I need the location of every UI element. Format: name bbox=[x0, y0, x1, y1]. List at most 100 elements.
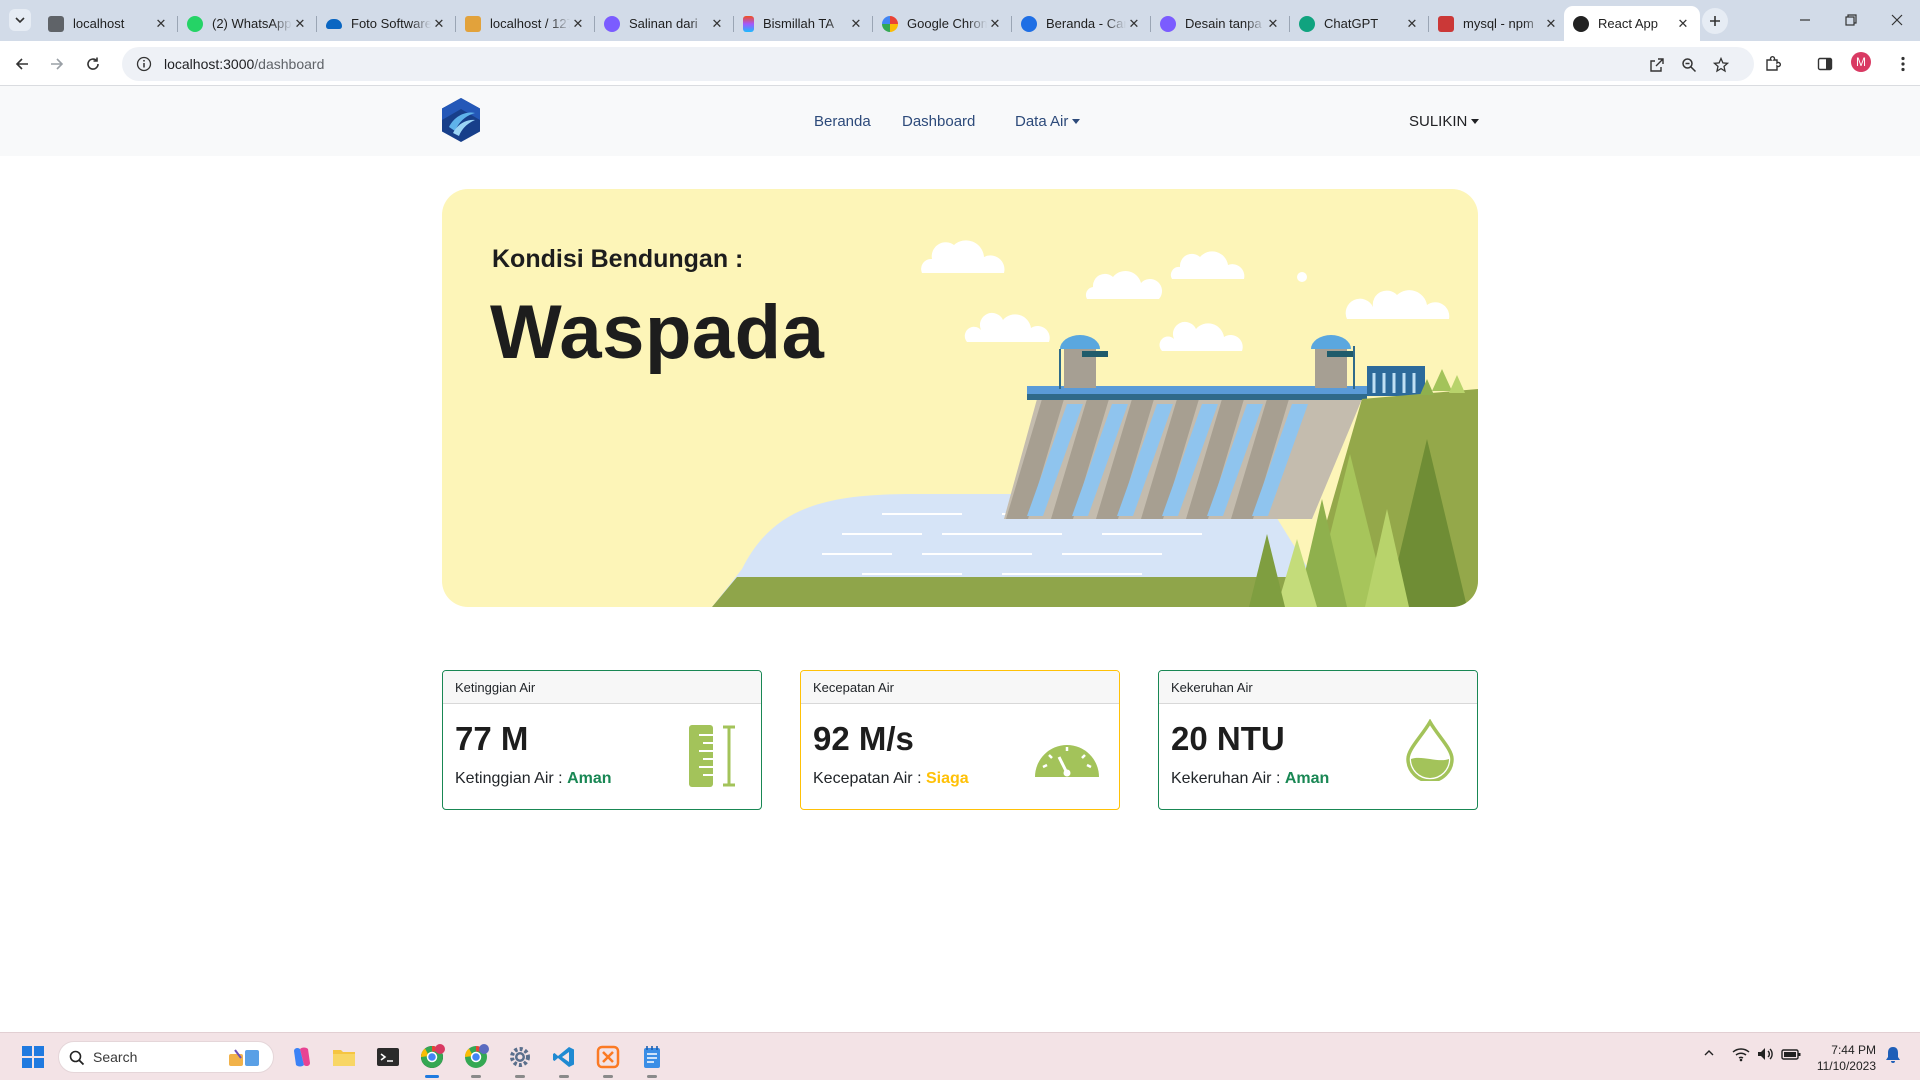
new-tab-button[interactable] bbox=[1702, 8, 1728, 34]
browser-tab[interactable]: mysql - npm ✕ bbox=[1429, 6, 1568, 41]
browser-tab[interactable]: Salinan dari ✕ bbox=[595, 6, 734, 41]
taskbar-vscode[interactable] bbox=[550, 1043, 578, 1078]
brand-logo[interactable] bbox=[441, 97, 481, 143]
cloud-icon bbox=[921, 240, 1450, 351]
card-value: 77 M bbox=[455, 720, 529, 757]
tab-title: Foto Software bbox=[351, 16, 431, 31]
card-status-line: Kekeruhan Air : Aman bbox=[1171, 770, 1329, 788]
taskbar-clock[interactable]: 7:44 PM 11/10/2023 bbox=[1812, 1042, 1876, 1074]
address-bar[interactable]: localhost:3000/dashboard bbox=[122, 47, 1754, 81]
show-hidden-icons-button[interactable] bbox=[1703, 1047, 1715, 1062]
site-info-icon[interactable] bbox=[136, 56, 152, 72]
plus-icon bbox=[1710, 16, 1720, 26]
user-menu[interactable]: SULIKIN bbox=[1409, 113, 1480, 130]
close-icon[interactable]: ✕ bbox=[1675, 16, 1691, 32]
taskbar-chrome-profile-1[interactable] bbox=[418, 1043, 446, 1078]
more-vertical-icon bbox=[1901, 56, 1905, 72]
browser-tab[interactable]: Bismillah TA ✕ bbox=[734, 6, 873, 41]
speaker-icon bbox=[1758, 1048, 1773, 1060]
windows-start-icon[interactable] bbox=[22, 1046, 44, 1068]
taskbar-chrome-profile-2[interactable] bbox=[462, 1043, 490, 1078]
card-header: Kecepatan Air bbox=[801, 671, 1119, 704]
browser-tab[interactable]: Google Chrome ✕ bbox=[873, 6, 1012, 41]
side-panel-button[interactable] bbox=[1812, 51, 1838, 77]
taskbar-settings[interactable] bbox=[506, 1043, 534, 1078]
profile-avatar[interactable]: M bbox=[1851, 52, 1871, 72]
browser-tab[interactable]: Foto Software ✕ bbox=[317, 6, 456, 41]
browser-tab-active[interactable]: React App ✕ bbox=[1564, 6, 1700, 41]
forward-button[interactable] bbox=[44, 51, 70, 77]
taskbar-terminal[interactable] bbox=[374, 1043, 402, 1071]
close-icon[interactable]: ✕ bbox=[1543, 16, 1559, 32]
nav-link-beranda[interactable]: Beranda bbox=[814, 113, 871, 130]
close-icon[interactable]: ✕ bbox=[1404, 16, 1420, 32]
npm-icon bbox=[1438, 15, 1454, 32]
notepad-icon bbox=[644, 1046, 660, 1068]
taskbar-file-explorer[interactable] bbox=[330, 1043, 358, 1071]
chatgpt-icon bbox=[1299, 15, 1315, 32]
back-button[interactable] bbox=[9, 51, 35, 77]
card-header: Ketinggian Air bbox=[443, 671, 761, 704]
close-icon[interactable]: ✕ bbox=[431, 16, 447, 32]
minimize-button[interactable] bbox=[1782, 8, 1828, 32]
speedometer-icon bbox=[1035, 745, 1099, 777]
tab-title: Google Chrome bbox=[907, 16, 987, 31]
bookmark-button[interactable] bbox=[1712, 56, 1730, 74]
water-turbidity-card: Kekeruhan Air 20 NTU Kekeruhan Air : Ama… bbox=[1158, 670, 1478, 810]
folder-icon bbox=[333, 1050, 355, 1066]
browser-tab[interactable]: (2) WhatsApp ✕ bbox=[178, 6, 317, 41]
reload-button[interactable] bbox=[80, 51, 106, 77]
close-icon[interactable]: ✕ bbox=[1265, 16, 1281, 32]
battery-status[interactable] bbox=[1781, 1046, 1801, 1065]
notifications-button[interactable] bbox=[1885, 1046, 1901, 1067]
close-icon[interactable]: ✕ bbox=[292, 16, 308, 32]
browser-tab[interactable]: Desain tanpa ✕ bbox=[1151, 6, 1290, 41]
browser-menu-button[interactable] bbox=[1890, 51, 1916, 77]
zoom-button[interactable] bbox=[1680, 56, 1698, 74]
url-path: /dashboard bbox=[254, 56, 325, 72]
browser-tab[interactable]: ChatGPT ✕ bbox=[1290, 6, 1429, 41]
dam-status-banner: Kondisi Bendungan : Waspada bbox=[442, 189, 1478, 607]
tab-title: Beranda - Canva bbox=[1046, 16, 1126, 31]
tab-search-button[interactable] bbox=[9, 9, 31, 31]
phpmyadmin-icon bbox=[465, 15, 481, 32]
browser-tab[interactable]: localhost ✕ bbox=[39, 6, 178, 41]
nav-dropdown-data-air[interactable]: Data Air bbox=[1015, 113, 1081, 130]
network-status[interactable] bbox=[1732, 1046, 1750, 1065]
chevron-up-icon bbox=[1704, 1050, 1714, 1056]
terminal-icon bbox=[377, 1048, 399, 1066]
taskbar-copilot[interactable] bbox=[288, 1043, 316, 1071]
google-icon bbox=[882, 15, 898, 32]
close-window-button[interactable] bbox=[1874, 8, 1920, 32]
taskbar-xampp[interactable] bbox=[594, 1043, 622, 1078]
volume-control[interactable] bbox=[1756, 1046, 1774, 1065]
restore-button[interactable] bbox=[1828, 8, 1874, 32]
browser-tab[interactable]: localhost / 127 ✕ bbox=[456, 6, 595, 41]
taskbar-search[interactable]: Search bbox=[58, 1041, 274, 1073]
nav-link-dashboard[interactable]: Dashboard bbox=[902, 113, 975, 130]
close-icon[interactable]: ✕ bbox=[1126, 16, 1142, 32]
close-icon[interactable]: ✕ bbox=[848, 16, 864, 32]
chrome-icon bbox=[421, 1044, 445, 1068]
card-status-label: Kekeruhan Air : bbox=[1171, 770, 1281, 787]
nav-dropdown-label: Data Air bbox=[1015, 113, 1069, 130]
whatsapp-icon bbox=[187, 15, 203, 32]
close-icon[interactable]: ✕ bbox=[987, 16, 1003, 32]
card-value: 20 NTU bbox=[1171, 720, 1285, 757]
close-icon[interactable]: ✕ bbox=[153, 16, 169, 32]
star-icon bbox=[1713, 57, 1729, 73]
close-icon[interactable]: ✕ bbox=[709, 16, 725, 32]
dam-condition-status: Waspada bbox=[490, 290, 825, 375]
taskbar-notepad[interactable] bbox=[638, 1043, 666, 1078]
caret-down-icon bbox=[1471, 119, 1480, 124]
open-in-app-button[interactable] bbox=[1648, 56, 1666, 74]
tab-title: Desain tanpa bbox=[1185, 16, 1262, 31]
canva-icon bbox=[604, 15, 620, 32]
running-indicator bbox=[471, 1075, 481, 1078]
react-icon bbox=[1573, 15, 1589, 32]
card-value: 92 M/s bbox=[813, 720, 914, 757]
close-icon[interactable]: ✕ bbox=[570, 16, 586, 32]
status-badge: Aman bbox=[1284, 770, 1330, 787]
browser-tab[interactable]: Beranda - Canva ✕ bbox=[1012, 6, 1151, 41]
extensions-button[interactable] bbox=[1760, 51, 1786, 77]
